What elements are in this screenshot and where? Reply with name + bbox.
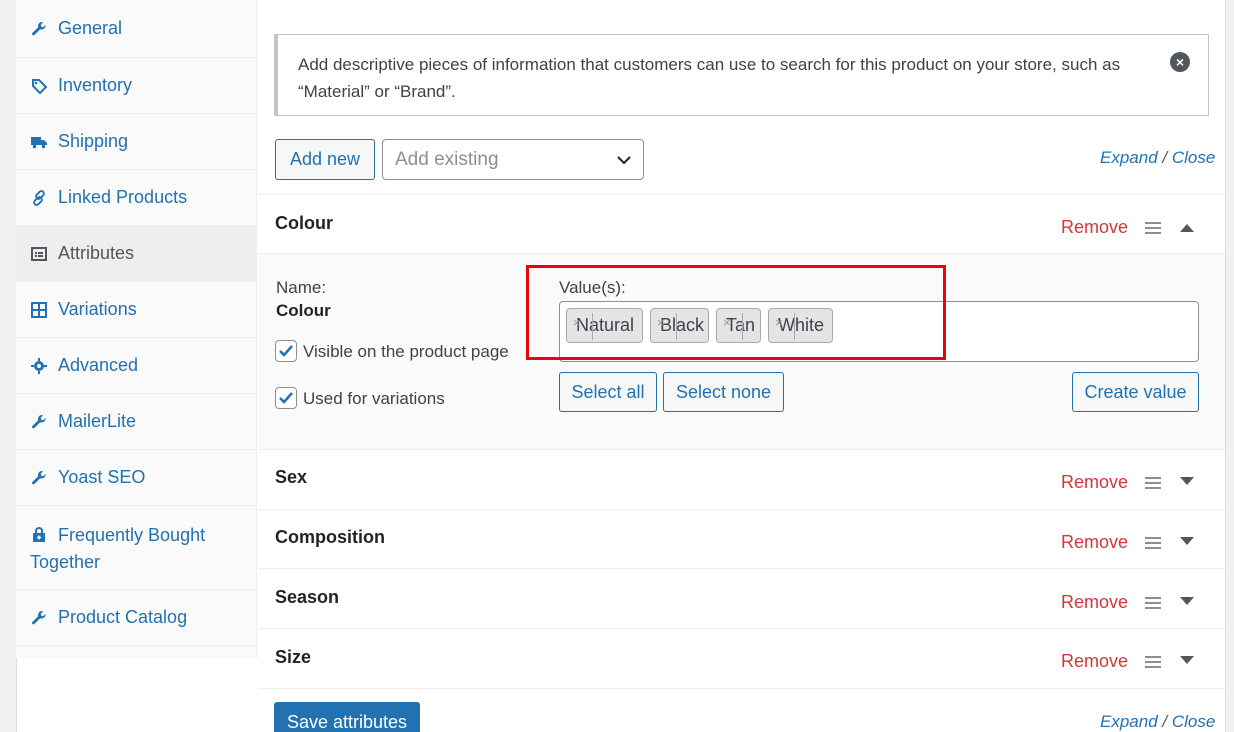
drag-handle-icon[interactable] xyxy=(1145,476,1161,490)
visible-checkbox[interactable] xyxy=(275,340,297,362)
close-icon[interactable]: × xyxy=(1170,52,1190,72)
expand-link[interactable]: Expand xyxy=(1100,712,1158,731)
tab-label: Inventory xyxy=(58,75,133,95)
checkmark-icon xyxy=(279,345,293,357)
attribute-header-colour[interactable]: Colour Remove xyxy=(258,195,1225,254)
tab-label: MailerLite xyxy=(58,411,137,431)
expand-close-links-top: Expand / Close xyxy=(1100,148,1215,168)
list-icon xyxy=(30,245,48,263)
product-data-tabs: General Inventory Shipping Linked Produc… xyxy=(16,0,257,658)
expand-link[interactable]: Expand xyxy=(1100,148,1158,167)
add-existing-select[interactable]: Add existing xyxy=(382,139,644,180)
tab-inventory[interactable]: Inventory xyxy=(16,58,257,114)
attribute-header-sex[interactable]: Sex Remove xyxy=(258,451,1225,510)
wrench-icon xyxy=(30,469,48,487)
link-icon xyxy=(30,189,48,207)
tab-label: Linked Products xyxy=(58,187,188,207)
tab-frequently-bought-together[interactable]: Frequently Bought Together xyxy=(16,506,257,590)
grid-icon xyxy=(30,301,48,319)
wrench-icon xyxy=(30,413,48,431)
add-new-button[interactable]: Add new xyxy=(275,139,375,180)
remove-link[interactable]: Remove xyxy=(1061,217,1128,238)
tab-label: Attributes xyxy=(58,243,135,263)
tab-product-catalog[interactable]: Product Catalog xyxy=(16,590,257,646)
link-separator: / xyxy=(1162,712,1168,731)
info-notice: Add descriptive pieces of information th… xyxy=(274,34,1209,116)
attribute-header-season[interactable]: Season Remove xyxy=(258,569,1225,629)
link-separator: / xyxy=(1162,148,1168,167)
attribute-header-composition[interactable]: Composition Remove xyxy=(258,510,1225,569)
drag-handle-icon[interactable] xyxy=(1145,596,1161,610)
notice-text: Add descriptive pieces of information th… xyxy=(298,55,1121,101)
tab-advanced[interactable]: Advanced xyxy=(16,338,257,394)
tab-shipping[interactable]: Shipping xyxy=(16,114,257,170)
expand-arrow-icon[interactable] xyxy=(1180,537,1194,547)
tab-variations[interactable]: Variations xyxy=(16,282,257,338)
variations-label: Used for variations xyxy=(303,389,445,408)
variations-checkbox[interactable] xyxy=(275,387,297,409)
drag-handle-icon[interactable] xyxy=(1145,655,1161,669)
remove-link[interactable]: Remove xyxy=(1061,592,1128,613)
tab-attributes[interactable]: Attributes xyxy=(16,226,257,282)
tab-linked-products[interactable]: Linked Products xyxy=(16,170,257,226)
tab-label: Variations xyxy=(58,299,137,319)
tag-icon xyxy=(30,77,48,95)
collapse-arrow-icon[interactable] xyxy=(1180,222,1194,232)
tab-yoast-seo[interactable]: Yoast SEO xyxy=(16,450,257,506)
remove-link[interactable]: Remove xyxy=(1061,472,1128,493)
gear-icon xyxy=(30,357,48,375)
highlight-box xyxy=(526,265,946,360)
tab-label: Product Catalog xyxy=(58,607,188,627)
name-value: Colour xyxy=(276,301,331,320)
remove-link[interactable]: Remove xyxy=(1061,651,1128,672)
close-link[interactable]: Close xyxy=(1172,148,1215,167)
tab-general[interactable]: General xyxy=(16,0,257,58)
tab-mailerlite[interactable]: MailerLite xyxy=(16,394,257,450)
wrench-icon xyxy=(30,20,48,38)
drag-handle-icon[interactable] xyxy=(1145,221,1161,235)
name-label: Name: xyxy=(276,278,327,297)
tab-label: Advanced xyxy=(58,355,139,375)
wrench-icon xyxy=(30,609,48,627)
attribute-name: Colour xyxy=(275,213,333,233)
expand-arrow-icon[interactable] xyxy=(1180,597,1194,607)
expand-close-links-bottom: Expand / Close xyxy=(1100,712,1215,732)
chevron-down-icon xyxy=(617,156,631,165)
tab-label: Yoast SEO xyxy=(58,467,146,487)
attribute-name: Sex xyxy=(275,467,308,487)
select-none-button[interactable]: Select none xyxy=(663,372,784,412)
attribute-name: Season xyxy=(275,587,340,607)
remove-link[interactable]: Remove xyxy=(1061,532,1128,553)
create-value-button[interactable]: Create value xyxy=(1072,372,1199,412)
save-attributes-button[interactable]: Save attributes xyxy=(274,702,420,732)
checkmark-icon xyxy=(279,392,293,404)
add-existing-placeholder: Add existing xyxy=(395,148,499,170)
expand-arrow-icon[interactable] xyxy=(1180,477,1194,487)
attribute-header-size[interactable]: Size Remove xyxy=(258,629,1225,689)
visible-label: Visible on the product page xyxy=(303,342,509,361)
attribute-name: Composition xyxy=(275,527,385,547)
tab-label: Frequently Bought Together xyxy=(30,525,206,572)
drag-handle-icon[interactable] xyxy=(1145,536,1161,550)
attribute-name: Size xyxy=(275,647,312,667)
select-all-button[interactable]: Select all xyxy=(559,372,657,412)
close-link[interactable]: Close xyxy=(1172,712,1215,731)
tab-label: General xyxy=(58,18,123,38)
truck-icon xyxy=(30,133,48,151)
cart-icon xyxy=(30,526,48,544)
tab-label: Shipping xyxy=(58,131,129,151)
expand-arrow-icon[interactable] xyxy=(1180,656,1194,666)
